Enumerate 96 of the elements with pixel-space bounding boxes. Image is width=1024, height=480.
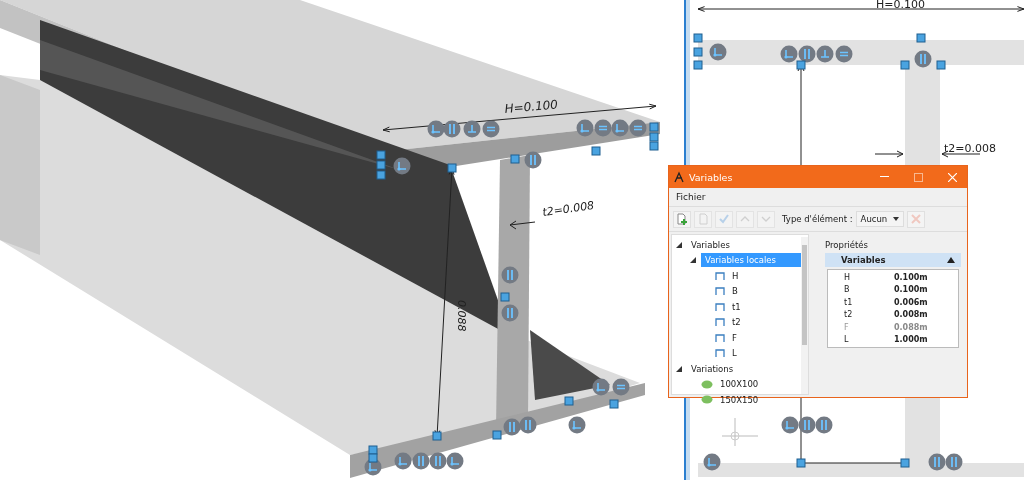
constraint-icon[interactable] [482, 120, 500, 138]
scrollbar[interactable] [801, 237, 808, 394]
property-name: F [843, 322, 850, 332]
document-icon [697, 213, 709, 225]
dialog-title: Variables [689, 171, 734, 183]
dimension-label: H=0.100 [504, 97, 559, 116]
tree-item[interactable]: B [728, 284, 742, 299]
constraint-icon[interactable] [568, 416, 586, 434]
expand-toggle-icon[interactable] [676, 241, 682, 248]
constraint-icon[interactable] [443, 120, 461, 138]
constraint-icon[interactable] [629, 119, 647, 137]
caret-icon [893, 217, 900, 221]
tree-item[interactable]: L [728, 346, 741, 361]
constraint-icon[interactable] [503, 418, 521, 436]
constraint-icon[interactable] [611, 119, 629, 137]
constraint-icon[interactable] [612, 378, 630, 396]
section-title: Variables [841, 255, 886, 265]
maximize-icon [913, 172, 923, 182]
constraint-icon[interactable] [446, 452, 464, 470]
constraint-icon[interactable] [592, 378, 610, 396]
origin-axes-icon [721, 417, 759, 447]
handle-icon[interactable] [510, 154, 520, 164]
constraint-icon[interactable] [798, 416, 816, 434]
constraint-icon[interactable] [412, 452, 430, 470]
constraint-icon[interactable] [781, 416, 799, 434]
app-logo-icon [673, 171, 685, 183]
dimension-label: H=0.100 [876, 0, 925, 11]
constraint-icon[interactable] [815, 416, 833, 434]
constraint-icon[interactable] [816, 45, 834, 63]
property-value[interactable]: 0.100m [894, 285, 928, 295]
handle-icon[interactable] [447, 163, 457, 173]
leaf-icon [701, 379, 713, 389]
constraint-icon[interactable] [703, 453, 721, 471]
collapse-icon[interactable] [947, 257, 955, 263]
panel-title: Propriétés [825, 240, 869, 250]
constraint-icon[interactable] [914, 50, 932, 68]
constraint-icon[interactable] [709, 43, 727, 61]
dimension-line [509, 220, 536, 230]
property-value[interactable]: 1.000m [894, 335, 928, 345]
handle-icon[interactable] [796, 60, 806, 70]
constraint-icon[interactable] [463, 120, 481, 138]
handle-icon[interactable] [591, 146, 601, 156]
tree-item[interactable]: Variables [687, 237, 734, 252]
property-name: t2 [843, 310, 854, 320]
handle-icon[interactable] [900, 458, 910, 468]
new-button[interactable] [673, 210, 691, 228]
tree-item[interactable]: Variations [687, 361, 738, 376]
property-value[interactable]: 0.008m [894, 310, 928, 320]
type-label: Type d'élément : [782, 214, 853, 224]
property-name: t1 [843, 297, 854, 307]
minimize-icon [879, 176, 889, 178]
constraint-icon[interactable] [393, 157, 411, 175]
dimension-label: t2=0.008 [541, 198, 595, 219]
constraint-icon[interactable] [519, 416, 537, 434]
constraint-icon[interactable] [928, 453, 946, 471]
property-name: H [843, 272, 851, 282]
constraint-icon[interactable] [429, 452, 447, 470]
constraint-icon[interactable] [576, 119, 594, 137]
tree-item[interactable]: t2 [728, 315, 745, 330]
handle-icon[interactable] [900, 60, 910, 70]
delete-icon [911, 214, 922, 224]
tree-item[interactable]: 150X150 [716, 392, 763, 407]
handle-icon[interactable] [432, 431, 442, 441]
constraint-icon[interactable] [394, 452, 412, 470]
tree-item[interactable]: t1 [728, 299, 745, 314]
property-name: L [843, 335, 850, 345]
constraint-icon[interactable] [594, 119, 612, 137]
constraint-icon[interactable] [945, 453, 963, 471]
menu-item[interactable]: Fichier [673, 190, 709, 204]
handle-icon[interactable] [609, 399, 619, 409]
handle-icon[interactable] [492, 430, 502, 440]
handle-icon[interactable] [796, 458, 806, 468]
property-value[interactable]: 0.100m [894, 272, 928, 282]
close-icon [947, 172, 957, 182]
tree-item[interactable]: F [728, 330, 741, 345]
dropdown-value: Aucun [860, 214, 888, 224]
handle-icon[interactable] [500, 292, 510, 302]
checkmark-icon [718, 213, 730, 225]
property-name: B [843, 285, 851, 295]
constraint-icon[interactable] [524, 151, 542, 169]
expand-toggle-icon[interactable] [676, 365, 682, 372]
handle-icon[interactable] [564, 396, 574, 406]
constraint-icon[interactable] [798, 45, 816, 63]
property-value[interactable]: 0.006m [894, 297, 928, 307]
tree-item[interactable]: H [728, 268, 743, 283]
leaf-icon [701, 395, 713, 405]
handle-icon[interactable] [936, 60, 946, 70]
constraint-icon[interactable] [835, 45, 853, 63]
section-header[interactable]: Variables [825, 253, 961, 267]
new-file-icon [676, 213, 688, 225]
constraint-icon[interactable] [427, 120, 445, 138]
type-dropdown[interactable]: Aucun [855, 211, 905, 227]
tree-item[interactable]: 100X100 [716, 377, 763, 392]
constraint-icon[interactable] [780, 45, 798, 63]
handle-icon[interactable] [916, 33, 926, 43]
dimension-label: t2=0.008 [944, 142, 997, 155]
